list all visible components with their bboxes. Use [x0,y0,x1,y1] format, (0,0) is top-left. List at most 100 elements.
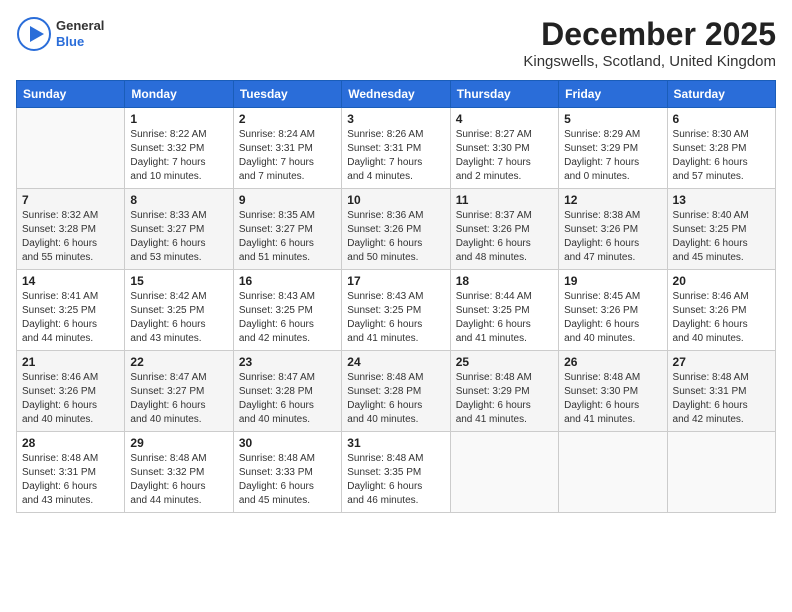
day-info: Sunrise: 8:35 AM Sunset: 3:27 PM Dayligh… [239,209,336,265]
day-info: Sunrise: 8:42 AM Sunset: 3:25 PM Dayligh… [130,290,227,346]
day-number: 7 [22,193,119,207]
day-info: Sunrise: 8:45 AM Sunset: 3:26 PM Dayligh… [564,290,661,346]
day-info: Sunrise: 8:38 AM Sunset: 3:26 PM Dayligh… [564,209,661,265]
day-info: Sunrise: 8:33 AM Sunset: 3:27 PM Dayligh… [130,209,227,265]
day-number: 18 [456,274,553,288]
day-info: Sunrise: 8:44 AM Sunset: 3:25 PM Dayligh… [456,290,553,346]
day-info: Sunrise: 8:22 AM Sunset: 3:32 PM Dayligh… [130,128,227,184]
day-info: Sunrise: 8:32 AM Sunset: 3:28 PM Dayligh… [22,209,119,265]
calendar-cell: 9 Sunrise: 8:35 AM Sunset: 3:27 PM Daylig… [233,189,341,270]
day-info: Sunrise: 8:40 AM Sunset: 3:25 PM Dayligh… [673,209,770,265]
calendar-cell: 30 Sunrise: 8:48 AM Sunset: 3:33 PM Dayli… [233,432,341,513]
calendar-cell: 29 Sunrise: 8:48 AM Sunset: 3:32 PM Dayli… [125,432,233,513]
page-header: General Blue December 2025 Kingswells, S… [16,16,776,70]
day-number: 14 [22,274,119,288]
day-number: 26 [564,355,661,369]
day-info: Sunrise: 8:46 AM Sunset: 3:26 PM Dayligh… [673,290,770,346]
day-number: 25 [456,355,553,369]
day-number: 19 [564,274,661,288]
calendar-cell: 17Sunrise: 8:43 AM Sunset: 3:25 PM Dayli… [342,270,450,351]
day-number: 1 [130,112,227,126]
calendar-table: SundayMondayTuesdayWednesdayThursdayFrid… [16,80,776,513]
calendar-header-row: SundayMondayTuesdayWednesdayThursdayFrid… [17,81,776,108]
logo-text: General Blue [56,18,104,49]
day-number: 8 [130,193,227,207]
day-info: Sunrise: 8:37 AM Sunset: 3:26 PM Dayligh… [456,209,553,265]
day-number: 9 [239,193,336,207]
calendar-cell: 28 Sunrise: 8:48 AM Sunset: 3:31 PM Dayli… [17,432,125,513]
calendar-cell [559,432,667,513]
day-number: 22 [130,355,227,369]
day-number: 5 [564,112,661,126]
day-number: 24 [347,355,444,369]
calendar-week-row: 28 Sunrise: 8:48 AM Sunset: 3:31 PM Dayli… [17,432,776,513]
calendar-cell: 31 Sunrise: 8:48 AM Sunset: 3:35 PM Dayli… [342,432,450,513]
day-info: Sunrise: 8:27 AM Sunset: 3:30 PM Dayligh… [456,128,553,184]
calendar-week-row: 1 Sunrise: 8:22 AM Sunset: 3:32 PM Daylig… [17,108,776,189]
day-number: 28 [22,436,119,450]
calendar-cell: 27 Sunrise: 8:48 AM Sunset: 3:31 PM Dayli… [667,351,775,432]
day-number: 20 [673,274,770,288]
calendar-cell [450,432,558,513]
day-info: Sunrise: 8:41 AM Sunset: 3:25 PM Dayligh… [22,290,119,346]
day-info: Sunrise: 8:24 AM Sunset: 3:31 PM Dayligh… [239,128,336,184]
day-info: Sunrise: 8:43 AM Sunset: 3:25 PM Dayligh… [347,290,444,346]
day-info: Sunrise: 8:47 AM Sunset: 3:28 PM Dayligh… [239,371,336,427]
day-info: Sunrise: 8:47 AM Sunset: 3:27 PM Dayligh… [130,371,227,427]
weekday-header: Tuesday [233,81,341,108]
calendar-cell: 3Sunrise: 8:26 AM Sunset: 3:31 PM Daylig… [342,108,450,189]
calendar-cell: 12 Sunrise: 8:38 AM Sunset: 3:26 PM Dayli… [559,189,667,270]
weekday-header: Thursday [450,81,558,108]
day-info: Sunrise: 8:48 AM Sunset: 3:30 PM Dayligh… [564,371,661,427]
day-number: 30 [239,436,336,450]
calendar-cell: 4 Sunrise: 8:27 AM Sunset: 3:30 PM Daylig… [450,108,558,189]
calendar-cell: 10 Sunrise: 8:36 AM Sunset: 3:26 PM Dayli… [342,189,450,270]
weekday-header: Friday [559,81,667,108]
calendar-cell: 5 Sunrise: 8:29 AM Sunset: 3:29 PM Daylig… [559,108,667,189]
day-number: 4 [456,112,553,126]
calendar-cell: 24 Sunrise: 8:48 AM Sunset: 3:28 PM Dayli… [342,351,450,432]
calendar-week-row: 7 Sunrise: 8:32 AM Sunset: 3:28 PM Daylig… [17,189,776,270]
calendar-cell: 25 Sunrise: 8:48 AM Sunset: 3:29 PM Dayli… [450,351,558,432]
calendar-week-row: 21 Sunrise: 8:46 AM Sunset: 3:26 PM Dayli… [17,351,776,432]
calendar-cell: 11Sunrise: 8:37 AM Sunset: 3:26 PM Dayli… [450,189,558,270]
day-number: 13 [673,193,770,207]
day-info: Sunrise: 8:43 AM Sunset: 3:25 PM Dayligh… [239,290,336,346]
day-number: 10 [347,193,444,207]
day-number: 15 [130,274,227,288]
title-block: December 2025 Kingswells, Scotland, Unit… [523,16,776,70]
weekday-header: Sunday [17,81,125,108]
day-info: Sunrise: 8:26 AM Sunset: 3:31 PM Dayligh… [347,128,444,184]
day-number: 2 [239,112,336,126]
day-number: 29 [130,436,227,450]
calendar-cell: 2 Sunrise: 8:24 AM Sunset: 3:31 PM Daylig… [233,108,341,189]
calendar-cell: 15 Sunrise: 8:42 AM Sunset: 3:25 PM Dayli… [125,270,233,351]
day-info: Sunrise: 8:48 AM Sunset: 3:33 PM Dayligh… [239,452,336,508]
calendar-cell: 20 Sunrise: 8:46 AM Sunset: 3:26 PM Dayli… [667,270,775,351]
day-info: Sunrise: 8:48 AM Sunset: 3:29 PM Dayligh… [456,371,553,427]
day-info: Sunrise: 8:30 AM Sunset: 3:28 PM Dayligh… [673,128,770,184]
day-info: Sunrise: 8:48 AM Sunset: 3:32 PM Dayligh… [130,452,227,508]
calendar-cell: 16Sunrise: 8:43 AM Sunset: 3:25 PM Dayli… [233,270,341,351]
day-info: Sunrise: 8:48 AM Sunset: 3:35 PM Dayligh… [347,452,444,508]
day-number: 6 [673,112,770,126]
day-info: Sunrise: 8:48 AM Sunset: 3:31 PM Dayligh… [22,452,119,508]
day-info: Sunrise: 8:48 AM Sunset: 3:31 PM Dayligh… [673,371,770,427]
calendar-cell [17,108,125,189]
location-title: Kingswells, Scotland, United Kingdom [523,53,776,70]
calendar-cell: 14 Sunrise: 8:41 AM Sunset: 3:25 PM Dayli… [17,270,125,351]
day-number: 12 [564,193,661,207]
day-number: 27 [673,355,770,369]
day-info: Sunrise: 8:29 AM Sunset: 3:29 PM Dayligh… [564,128,661,184]
calendar-cell: 1 Sunrise: 8:22 AM Sunset: 3:32 PM Daylig… [125,108,233,189]
day-number: 31 [347,436,444,450]
calendar-cell: 23Sunrise: 8:47 AM Sunset: 3:28 PM Dayli… [233,351,341,432]
day-info: Sunrise: 8:36 AM Sunset: 3:26 PM Dayligh… [347,209,444,265]
day-info: Sunrise: 8:46 AM Sunset: 3:26 PM Dayligh… [22,371,119,427]
day-info: Sunrise: 8:48 AM Sunset: 3:28 PM Dayligh… [347,371,444,427]
calendar-cell [667,432,775,513]
calendar-cell: 26 Sunrise: 8:48 AM Sunset: 3:30 PM Dayli… [559,351,667,432]
calendar-week-row: 14 Sunrise: 8:41 AM Sunset: 3:25 PM Dayli… [17,270,776,351]
weekday-header: Monday [125,81,233,108]
day-number: 21 [22,355,119,369]
